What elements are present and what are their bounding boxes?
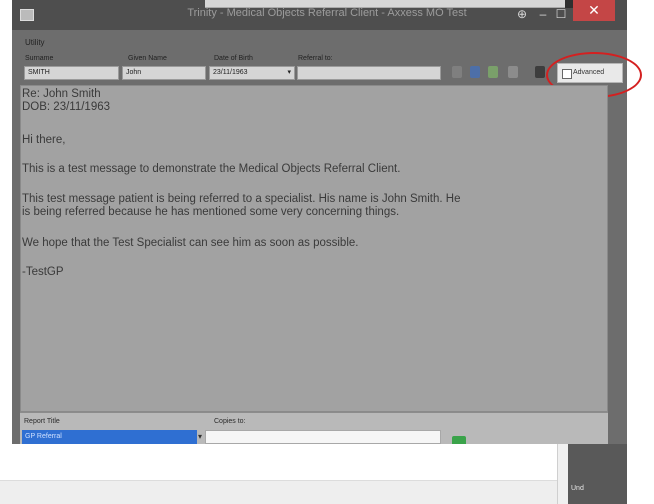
report-title-select[interactable]: GP Referral [22,430,197,444]
dob-label: Date of Birth [214,55,253,62]
pin-window-icon[interactable]: ⊕ [512,4,532,24]
document-icon[interactable] [488,66,498,78]
doc-line: is being referred because he has mention… [22,206,400,218]
close-button[interactable]: ✕ [573,0,615,21]
doc-line: -TestGP [22,266,64,278]
surname-label: Surname [25,55,54,62]
doc-line: Re: John Smith [22,88,101,100]
dob-field[interactable]: 23/11/1963 ▾ [209,66,295,80]
referral-to-label: Referral to: [298,55,333,62]
pin-icon[interactable] [452,66,462,78]
chevron-down-icon: ▾ [287,69,291,76]
chevron-down-icon[interactable]: ▾ [198,432,202,441]
copies-to-label: Copies to: [214,418,246,425]
maximize-button[interactable]: ☐ [552,4,570,24]
window-edge-strip [568,444,627,504]
upload-icon[interactable] [508,66,518,78]
doc-line: DOB: 23/11/1963 [22,101,111,113]
doc-line: We hope that the Test Specialist can see… [22,237,359,249]
report-title-label: Report Title [24,418,60,425]
surname-field[interactable]: SMITH [24,66,119,80]
edge-strip-text: Und [571,485,584,492]
overlapping-window-bar [0,480,568,504]
print-icon[interactable] [535,66,545,78]
referral-to-field[interactable] [297,66,441,80]
copies-to-field[interactable] [205,430,441,444]
menu-utility[interactable]: Utility [25,38,45,47]
doc-line: This test message patient is being refer… [22,193,461,205]
person-icon[interactable] [470,66,480,78]
add-icon[interactable] [452,436,466,444]
doc-line: This is a test message to demonstrate th… [22,163,401,175]
doc-line: Hi there, [22,134,66,146]
minimize-button[interactable]: – [534,4,552,24]
dob-value: 23/11/1963 [213,69,248,76]
overlapping-window-scrollbar[interactable] [557,444,568,504]
given-name-label: Given Name [128,55,167,62]
given-name-field[interactable]: John [122,66,206,80]
